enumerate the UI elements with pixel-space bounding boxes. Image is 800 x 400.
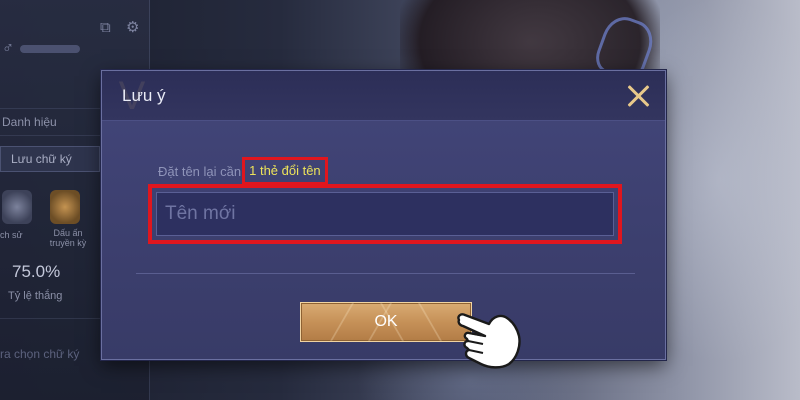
ok-button[interactable]: OK [300, 302, 472, 342]
save-signature-button[interactable]: Lưu chữ ký [0, 146, 100, 172]
win-rate-value: 75.0% [12, 262, 61, 281]
close-icon[interactable] [625, 83, 651, 109]
win-rate-label: Tỷ lệ thắng [8, 290, 63, 302]
gear-icon[interactable]: ⚙ [126, 20, 142, 36]
side-top-icons: ⧉ ⚙ [100, 20, 142, 36]
legend-mark-label-line1: Dấu ấn [53, 228, 83, 238]
hint-text: Đặt tên lại cần [158, 163, 242, 179]
choose-signature-label: ra chọn chữ ký [0, 347, 80, 361]
male-icon: ♂ [2, 40, 14, 57]
legend-mark-label: Dấu ấn truyền kỳ [48, 228, 88, 248]
history-label: ch sử [0, 230, 23, 240]
legend-mark-label-line2: truyền kỳ [49, 238, 87, 248]
ok-button-label: OK [374, 313, 398, 330]
rename-dialog: V Lưu ý Đặt tên lại cần 1 thẻ đổi tên OK [101, 70, 666, 360]
history-icon[interactable] [2, 190, 32, 224]
title-label: Danh hiệu [2, 115, 57, 129]
dialog-title: Lưu ý [122, 86, 166, 105]
legend-mark-icon[interactable] [50, 190, 80, 224]
dialog-header: V Lưu ý [102, 71, 665, 121]
rename-card-requirement: 1 thẻ đổi tên [242, 157, 328, 185]
copy-icon[interactable]: ⧉ [100, 20, 116, 36]
hand-pointer-icon [457, 313, 521, 369]
new-name-input[interactable] [156, 192, 614, 236]
player-name-blurred [20, 45, 80, 53]
name-input-highlight [148, 184, 622, 244]
rename-hint: Đặt tên lại cần 1 thẻ đổi tên [158, 157, 328, 185]
dialog-divider [136, 273, 635, 274]
